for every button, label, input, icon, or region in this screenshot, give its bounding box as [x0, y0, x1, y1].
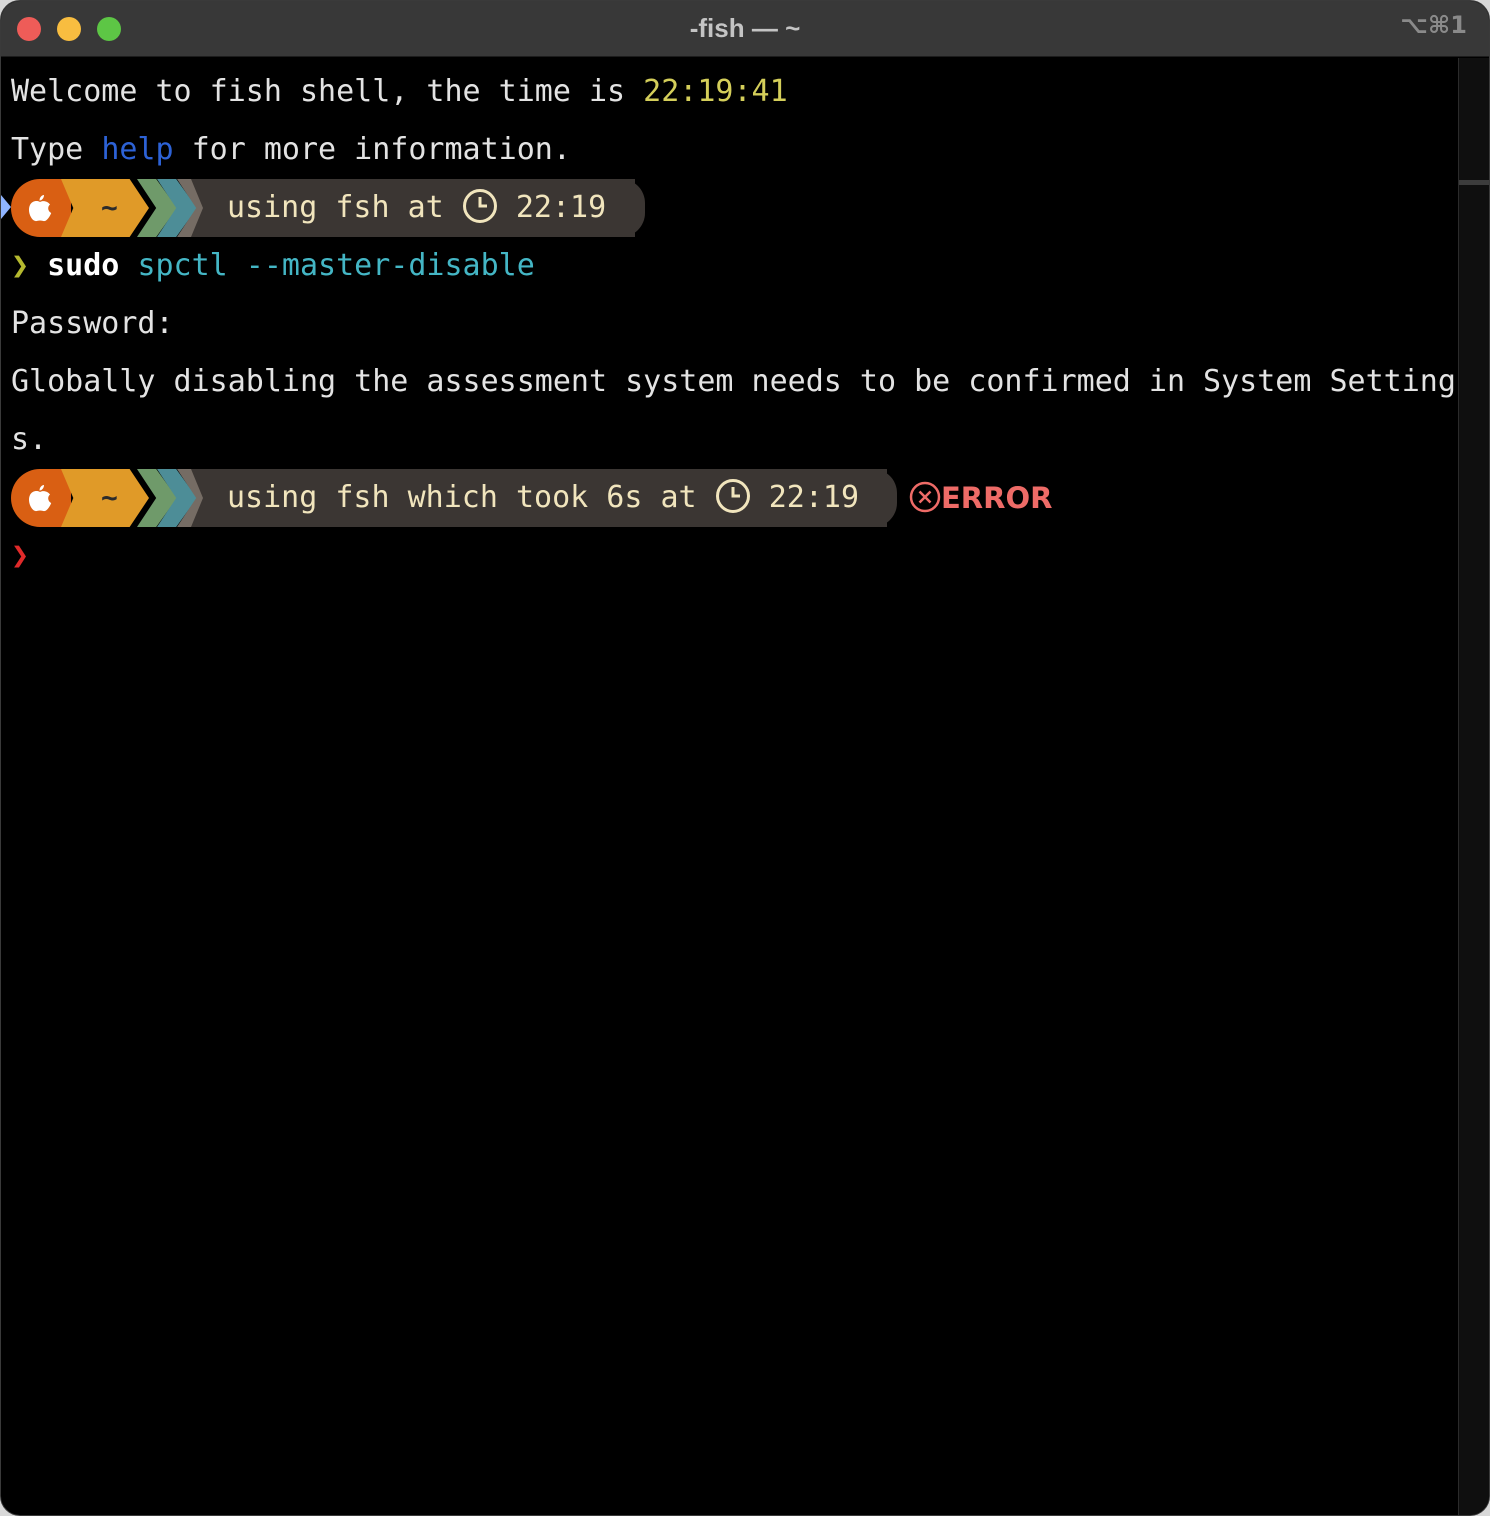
apple-icon: [28, 195, 52, 222]
error-x-icon: [909, 481, 941, 513]
info-prefix: using fsh at: [227, 190, 462, 225]
welcome-line: Welcome to fish shell, the time is 22:19…: [11, 63, 1461, 121]
prompt-time: 22:19: [750, 480, 860, 515]
help-suffix: for more information.: [173, 132, 571, 167]
command-name: sudo: [47, 248, 120, 283]
info-prefix: using fsh which took 6s at: [227, 480, 715, 515]
directory-text: ~: [101, 481, 118, 514]
info-segment-cap: [621, 179, 645, 237]
scrollbar-thumb[interactable]: [1459, 180, 1489, 185]
directory-segment: ~: [61, 179, 149, 237]
title-bar[interactable]: -fish — ~ ⌥⌘1: [1, 1, 1489, 57]
output-line: Password:: [11, 306, 174, 341]
info-text: using fsh at 22:19: [227, 179, 606, 237]
command-args: spctl --master-disable: [137, 248, 535, 283]
terminal-window: -fish — ~ ⌥⌘1 Welcome to fish shell, the…: [0, 0, 1490, 1516]
welcome-time: 22:19:41: [643, 74, 788, 109]
apple-segment: [11, 469, 71, 527]
terminal-output[interactable]: Welcome to fish shell, the time is 22:19…: [1, 63, 1461, 585]
error-text: ERROR: [941, 481, 1053, 515]
error-status: ERROR: [909, 469, 1052, 527]
prompt-time: 22:19: [497, 190, 607, 225]
command-line: ❯ sudo spctl --master-disable: [11, 237, 1461, 295]
apple-segment: [11, 179, 71, 237]
clock-icon: [462, 188, 497, 223]
info-segment-cap: [873, 469, 897, 527]
prompt-arrow: ❯: [11, 248, 30, 283]
current-prompt-line[interactable]: ❯: [11, 527, 1461, 585]
help-keyword: help: [101, 132, 174, 167]
info-segment: using fsh at 22:19: [191, 179, 635, 237]
apple-icon: [28, 485, 52, 512]
help-line: Type help for more information.: [11, 121, 1461, 179]
output-line: s.: [11, 422, 48, 457]
info-text: using fsh which took 6s at 22:19: [227, 469, 859, 527]
window-shortcut: ⌥⌘1: [1400, 11, 1467, 39]
help-prefix: Type: [11, 132, 102, 167]
info-segment: using fsh which took 6s at 22:19: [191, 469, 887, 527]
prompt-line-2: ~ using fsh which took 6s at 22:19 ERROR: [11, 469, 1461, 527]
window-title: -fish — ~: [689, 13, 801, 43]
scrollbar[interactable]: [1458, 58, 1489, 1515]
prompt-marker-icon: [1, 195, 11, 219]
clock-icon: [715, 478, 750, 513]
directory-segment: ~: [61, 469, 149, 527]
prompt-arrow-error: ❯: [11, 538, 30, 573]
welcome-text: Welcome to fish shell, the time is: [11, 74, 644, 109]
prompt-line-1: ~ using fsh at 22:19: [1, 179, 1461, 237]
output-line: Globally disabling the assessment system…: [11, 364, 1456, 399]
directory-text: ~: [101, 191, 118, 224]
